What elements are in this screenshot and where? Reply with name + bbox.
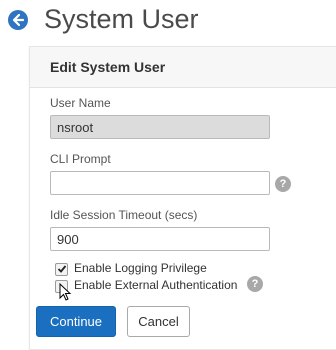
- continue-button[interactable]: Continue: [36, 306, 116, 337]
- panel-header: Edit System User: [30, 47, 336, 88]
- external-auth-help-icon[interactable]: ?: [247, 276, 263, 292]
- panel-title: Edit System User: [50, 59, 166, 75]
- username-field: [50, 115, 270, 139]
- idle-timeout-label: Idle Session Timeout (secs): [50, 208, 198, 222]
- username-label: User Name: [50, 96, 111, 110]
- logging-privilege-label: Enable Logging Privilege: [74, 261, 207, 275]
- edit-system-user-panel: Edit System User User Name CLI Prompt ? …: [29, 46, 336, 350]
- back-arrow-icon[interactable]: [8, 10, 28, 30]
- page-title: System User: [44, 4, 199, 34]
- cli-prompt-field[interactable]: [50, 171, 270, 195]
- check-icon: [57, 265, 67, 273]
- external-auth-label: Enable External Authentication: [74, 278, 238, 292]
- cli-prompt-help-icon[interactable]: ?: [275, 176, 291, 192]
- mouse-pointer-icon: [59, 283, 72, 301]
- idle-timeout-field[interactable]: [50, 227, 270, 251]
- cli-prompt-label: CLI Prompt: [50, 152, 111, 166]
- logging-privilege-checkbox[interactable]: [55, 263, 68, 276]
- cancel-button[interactable]: Cancel: [127, 306, 190, 337]
- page-header: System User: [0, 0, 336, 42]
